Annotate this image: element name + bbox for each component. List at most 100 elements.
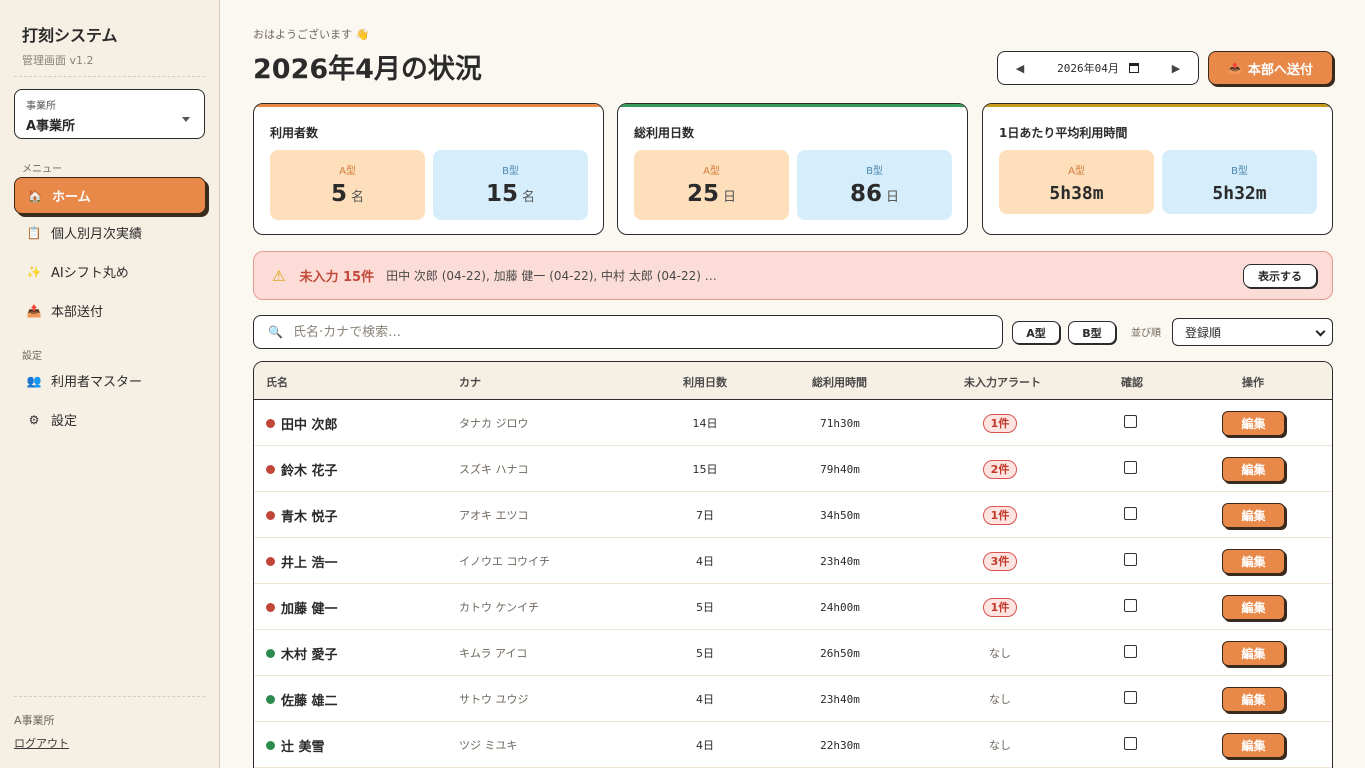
edit-button[interactable]: 編集 [1222, 502, 1285, 528]
logout-link[interactable]: ログアウト [14, 735, 69, 751]
column-header-kana: カナ [459, 376, 481, 389]
month-value: 2026年04月 [1057, 62, 1119, 75]
sidebar-item-send-hq[interactable]: 📤 本部送付 [14, 292, 206, 329]
alert-badge[interactable]: 1件 [982, 597, 1018, 617]
edit-button[interactable]: 編集 [1222, 456, 1285, 482]
month-input[interactable]: 2026年04月 [1042, 60, 1154, 76]
users-icon: 👥 [26, 373, 42, 388]
action-cell: 編集 [1222, 630, 1285, 676]
current-office: A事業所 [14, 714, 55, 727]
brand: 打刻システム 管理画面 v1.2 [22, 22, 118, 68]
user-name[interactable]: 加藤 健一 [281, 598, 338, 617]
user-name[interactable]: 青木 悦子 [281, 506, 338, 525]
confirm-checkbox[interactable] [1124, 506, 1137, 520]
confirm-checkbox[interactable] [1124, 690, 1137, 704]
send-to-hq-button[interactable]: 📤 本部へ送付 [1208, 51, 1333, 85]
stat-box-b: B型 15 名 [433, 150, 588, 220]
edit-button[interactable]: 編集 [1222, 686, 1285, 712]
prev-month-button[interactable]: ◀ [998, 62, 1042, 75]
show-alerts-button[interactable]: 表示する [1243, 264, 1317, 288]
sidebar-item-monthly-results[interactable]: 📋 個人別月次実績 [14, 214, 206, 251]
office-select-value: A事業所 [26, 119, 76, 134]
edit-button[interactable]: 編集 [1222, 410, 1285, 436]
stat-value: 15 [485, 181, 518, 207]
next-month-button[interactable]: ▶ [1154, 62, 1198, 75]
usage-days: 4日 [696, 555, 714, 568]
confirm-cell [1124, 630, 1137, 676]
filter-type-a-button[interactable]: A型 [1012, 321, 1060, 344]
user-name[interactable]: 鈴木 花子 [281, 460, 338, 479]
status-dot [266, 602, 275, 612]
alert-badge[interactable]: 2件 [982, 459, 1018, 479]
confirm-checkbox[interactable] [1124, 414, 1137, 428]
outbox-icon: 📤 [26, 303, 42, 318]
sort-select[interactable]: 登録順 [1172, 318, 1333, 346]
user-kana: ツジ ミユキ [459, 739, 518, 752]
name-cell: 佐藤 雄二 [266, 676, 338, 722]
clipboard-icon: 📋 [26, 225, 42, 240]
stat-unit: 日 [886, 190, 900, 205]
status-dot [266, 694, 275, 704]
confirm-checkbox[interactable] [1124, 460, 1137, 474]
edit-button[interactable]: 編集 [1222, 640, 1285, 666]
office-select[interactable]: 事業所 A事業所 [14, 89, 205, 139]
app-version: 管理画面 v1.2 [22, 54, 94, 67]
usage-days: 7日 [696, 509, 714, 522]
total-time: 23h40m [820, 554, 860, 568]
sidebar-item-label: AIシフト丸め [51, 266, 129, 281]
name-cell: 木村 愛子 [266, 630, 338, 676]
sidebar-item-ai-shift[interactable]: ✨ AIシフト丸め [14, 253, 206, 290]
confirm-checkbox[interactable] [1124, 736, 1137, 750]
table-header: 氏名 カナ 利用日数 総利用時間 未入力アラート 確認 操作 [254, 362, 1332, 400]
confirm-cell [1124, 584, 1137, 630]
alert-cell: 1件 [970, 492, 1030, 538]
calendar-icon[interactable] [1128, 63, 1139, 73]
missing-input-alert: ⚠ 未入力 15件 田中 次郎 (04-22), 加藤 健一 (04-22), … [253, 251, 1333, 300]
user-kana: サトウ ユウジ [459, 693, 529, 706]
sidebar-item-settings[interactable]: ⚙ 設定 [14, 401, 206, 438]
sidebar-item-home[interactable]: 🏠 ホーム [14, 177, 206, 214]
sidebar-item-label: 設定 [51, 414, 78, 429]
alert-badge[interactable]: 1件 [982, 413, 1018, 433]
filter-type-b-button[interactable]: B型 [1068, 321, 1116, 344]
user-name[interactable]: 佐藤 雄二 [281, 690, 338, 709]
alert-names: 田中 次郎 (04-22), 加藤 健一 (04-22), 中村 太郎 (04-… [386, 269, 717, 283]
sidebar-item-user-master[interactable]: 👥 利用者マスター [14, 362, 206, 399]
total-time: 23h40m [820, 692, 860, 706]
confirm-checkbox[interactable] [1124, 644, 1137, 658]
stat-label: A型 [703, 166, 720, 177]
table-row: 佐藤 雄二 サトウ ユウジ 4日 23h40m なし 編集 [254, 676, 1332, 722]
total-time: 24h00m [820, 600, 860, 614]
stat-title: 総利用日数 [634, 126, 695, 140]
table-row: 鈴木 花子 スズキ ハナコ 15日 79h40m 2件 編集 [254, 446, 1332, 492]
user-name[interactable]: 田中 次郎 [281, 414, 338, 433]
stat-value-row: 86 日 [797, 181, 952, 207]
outbox-icon: 📤 [1228, 61, 1242, 75]
card-accent-bar [618, 104, 967, 107]
alert-badge[interactable]: 1件 [982, 505, 1018, 525]
sidebar-item-label: 本部送付 [51, 305, 104, 320]
user-name[interactable]: 辻 美雪 [281, 736, 325, 755]
user-kana: アオキ エツコ [459, 509, 529, 522]
alert-badge[interactable]: 3件 [982, 551, 1018, 571]
user-table: 氏名 カナ 利用日数 総利用時間 未入力アラート 確認 操作 田中 次郎 タナカ … [253, 361, 1333, 768]
confirm-checkbox[interactable] [1124, 598, 1137, 612]
alert-none: なし [989, 693, 1011, 706]
alert-cell: 3件 [970, 538, 1030, 584]
edit-button[interactable]: 編集 [1222, 548, 1285, 574]
usage-days: 5日 [696, 601, 714, 614]
confirm-checkbox[interactable] [1124, 552, 1137, 566]
user-name[interactable]: 木村 愛子 [281, 644, 338, 663]
column-header-days: 利用日数 [683, 376, 727, 389]
user-name[interactable]: 井上 浩一 [281, 552, 338, 571]
user-kana: スズキ ハナコ [459, 463, 529, 476]
stat-label: B型 [502, 166, 519, 177]
status-dot [266, 418, 275, 428]
search-input[interactable] [292, 324, 953, 340]
chevron-down-icon [182, 117, 190, 122]
edit-button[interactable]: 編集 [1222, 594, 1285, 620]
total-time: 79h40m [820, 462, 860, 476]
action-cell: 編集 [1222, 400, 1285, 446]
stat-value: 5 [330, 181, 347, 207]
edit-button[interactable]: 編集 [1222, 732, 1285, 758]
